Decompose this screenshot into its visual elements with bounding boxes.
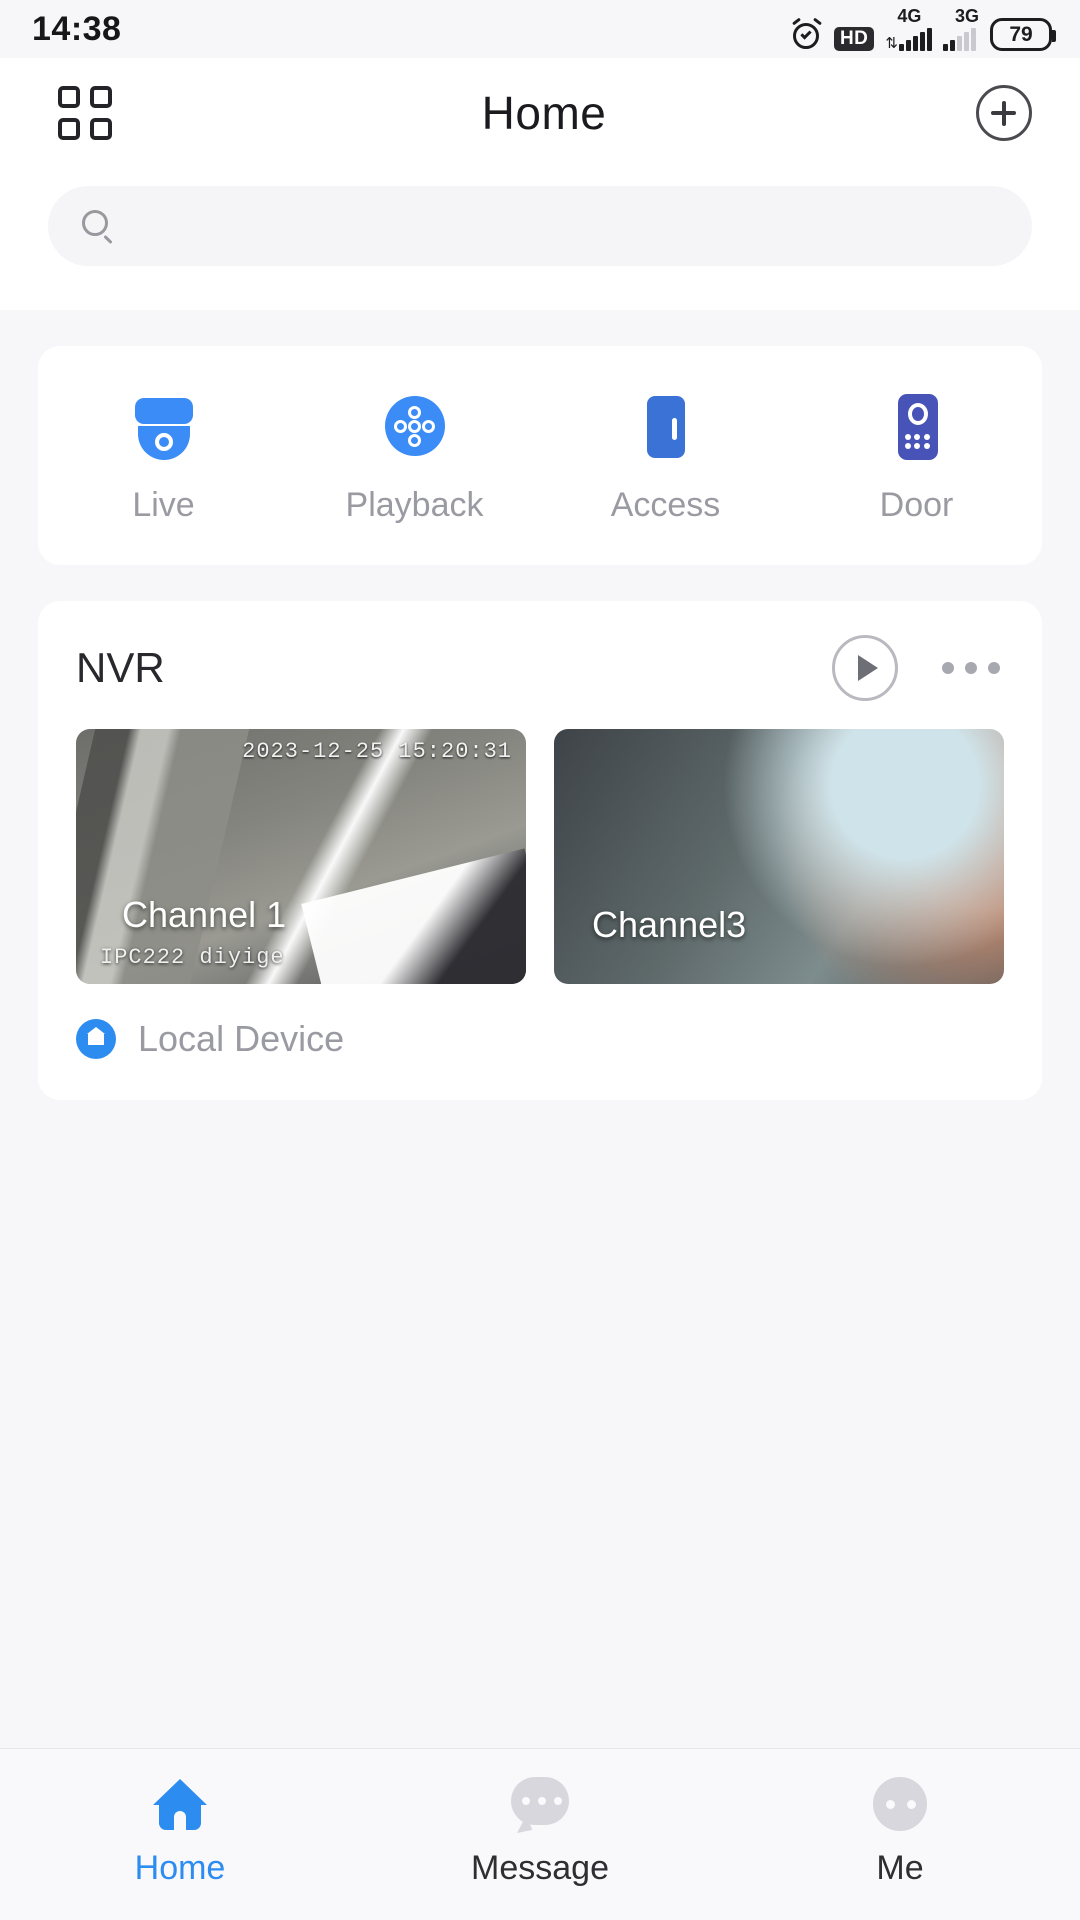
quick-action-door-label: Door [879,486,954,524]
channel-osd-text: IPC222 diyige [100,945,285,970]
profile-icon [867,1771,933,1837]
quick-action-live[interactable]: Live [38,390,289,525]
device-title: NVR [76,644,165,691]
tab-home[interactable]: Home [0,1771,360,1888]
quick-action-access[interactable]: Access [540,390,791,525]
app-header: Home [0,58,1080,168]
device-card-actions [832,635,1004,701]
home-badge-icon [76,1019,116,1059]
alarm-clock-icon [791,17,823,51]
channel-thumbnail[interactable]: 2023-12-25 15:20:31 Channel 1 IPC222 diy… [76,729,526,984]
page-title: Home [481,87,607,139]
device-card-nvr: NVR 2023-12-25 15:20:31 Channel 1 IPC222… [38,601,1042,1100]
battery-level-label: 79 [1009,23,1033,46]
tab-me[interactable]: Me [720,1771,1080,1888]
quick-action-live-label: Live [132,486,195,524]
local-device-row[interactable]: Local Device [76,1018,1004,1060]
grid-menu-icon[interactable] [58,86,112,140]
home-icon [147,1771,213,1837]
signal-3g-icon: 3G [942,6,979,51]
channel-thumbnail[interactable]: Channel3 [554,729,1004,984]
channel-name: Channel 1 [122,894,287,935]
bottom-tab-bar: Home Message Me [0,1748,1080,1920]
quick-action-playback[interactable]: Playback [289,390,540,525]
search-input[interactable] [134,209,998,243]
message-bubble-icon [507,1771,573,1839]
quick-action-playback-label: Playback [345,486,484,524]
quick-action-door[interactable]: Door [791,390,1042,525]
tab-message-label: Message [471,1849,609,1887]
search-icon [82,210,114,245]
main-content: Live Playback Access Door NVR 2023-12-25… [0,346,1080,1100]
status-bar-clock: 14:38 [32,9,122,48]
status-bar: 14:38 HD 4G ⇅ 3G 79 [0,0,1080,58]
dome-camera-icon [128,390,200,462]
playback-dots-icon [379,390,451,462]
battery-icon: 79 [990,18,1056,51]
device-card-header: NVR [76,635,1004,701]
signal-4g-label: 4G [897,6,922,26]
tab-home-label: Home [134,1849,226,1887]
search-section [0,168,1080,310]
door-access-icon [630,390,702,462]
play-circle-icon[interactable] [832,635,898,701]
signal-3g-label: 3G [954,6,979,26]
channel-thumbnail-list: 2023-12-25 15:20:31 Channel 1 IPC222 diy… [76,729,1004,984]
channel-timestamp: 2023-12-25 15:20:31 [242,739,512,764]
signal-4g-icon: 4G ⇅ [885,7,932,51]
channel-name: Channel3 [592,904,747,945]
more-horizontal-icon[interactable] [938,648,1004,688]
quick-actions-card: Live Playback Access Door [38,346,1042,565]
local-device-label: Local Device [138,1018,345,1059]
status-bar-indicators: HD 4G ⇅ 3G 79 [791,6,1056,51]
app-screen: 14:38 HD 4G ⇅ 3G 79 Home Live Playback A… [0,0,1080,1920]
intercom-panel-icon [881,390,953,462]
plus-circle-icon[interactable] [976,85,1032,141]
search-bar[interactable] [48,186,1032,266]
tab-me-label: Me [876,1849,924,1887]
hd-badge-icon: HD [833,27,875,51]
tab-message[interactable]: Message [360,1771,720,1888]
quick-action-access-label: Access [610,486,721,524]
data-transfer-arrows-icon: ⇅ [885,35,898,52]
